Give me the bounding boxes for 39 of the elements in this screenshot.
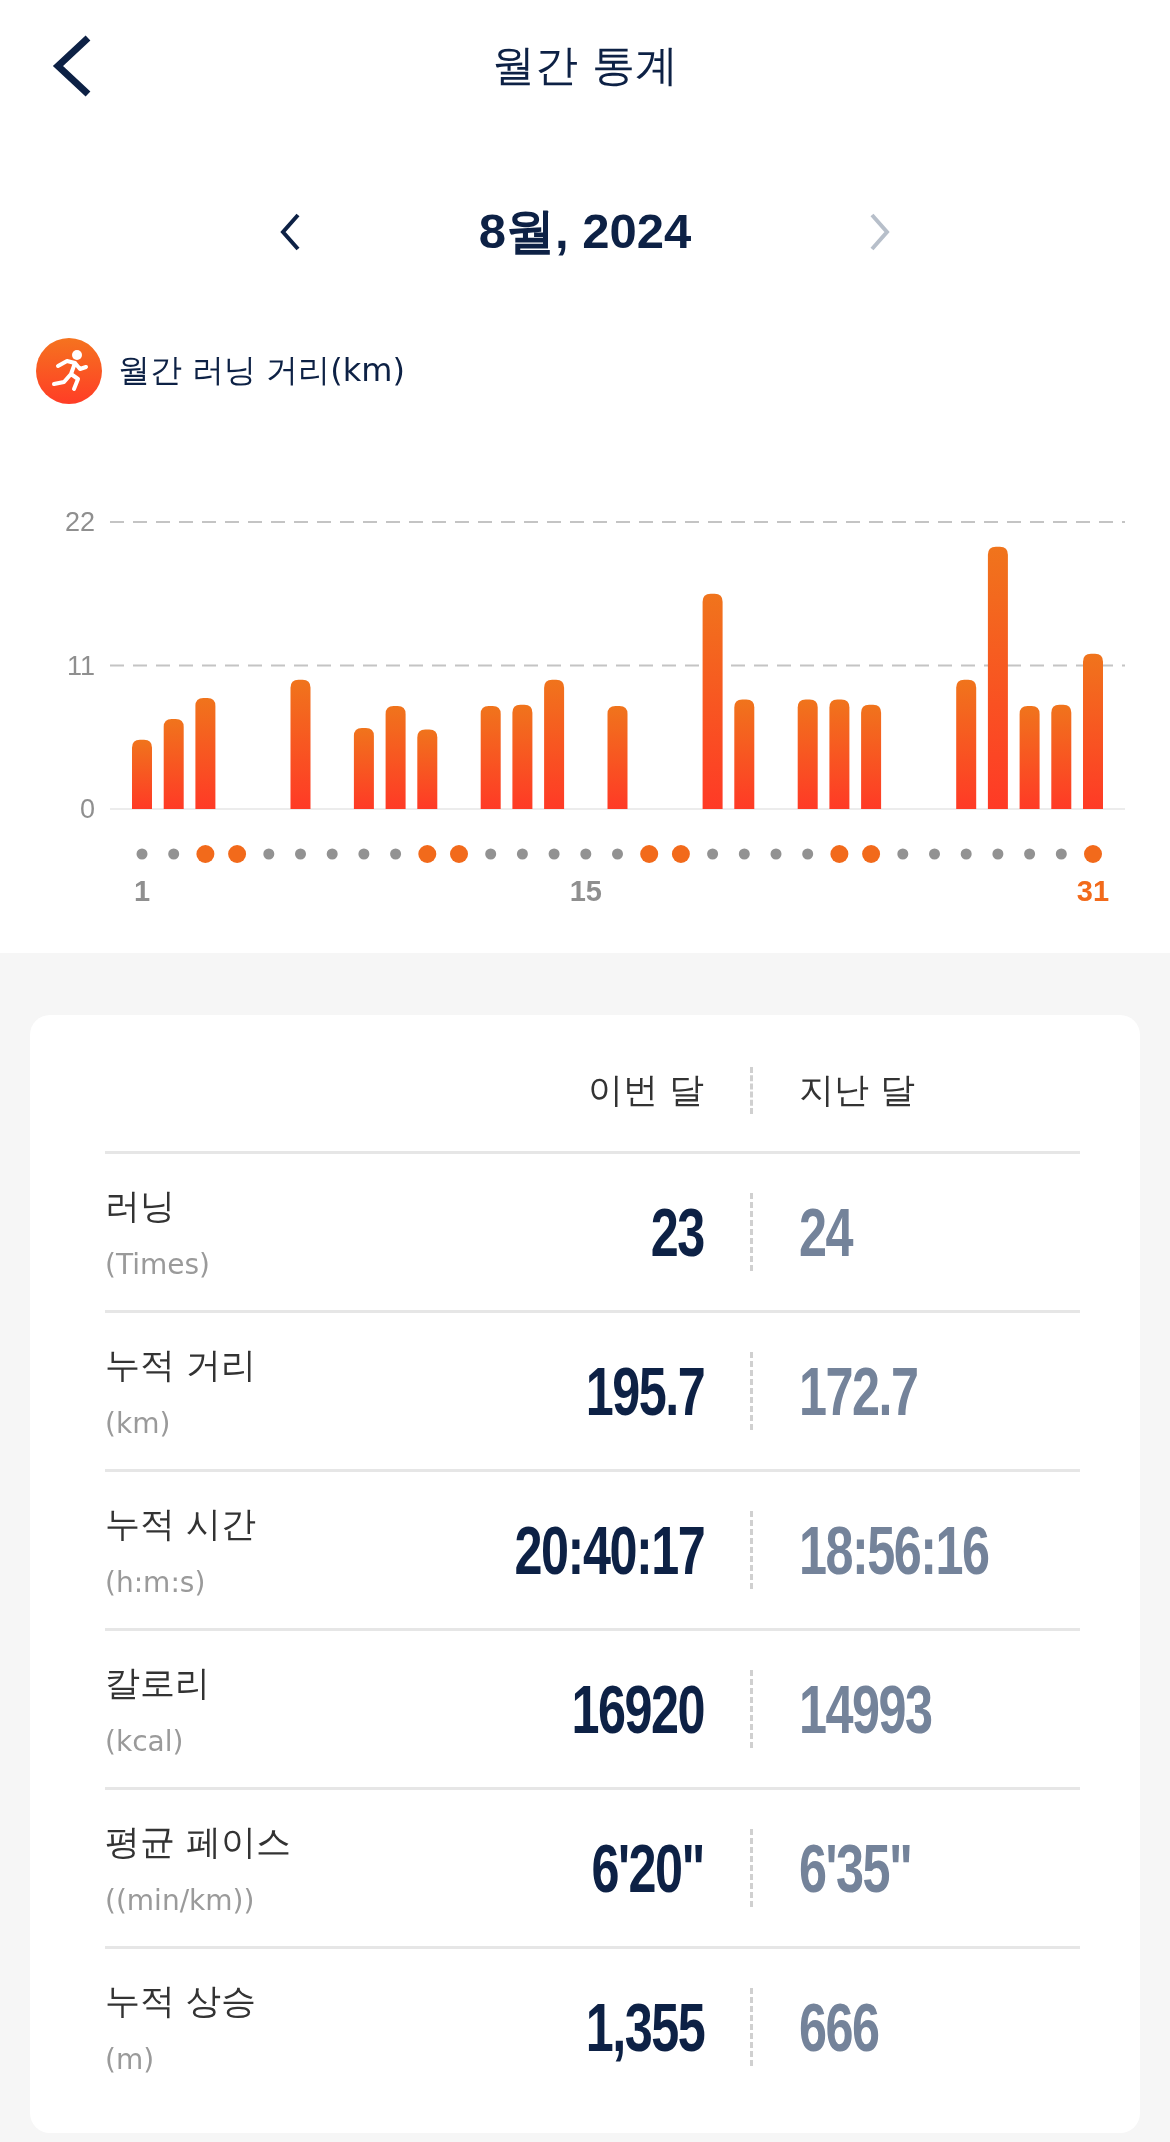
stat-unit: (h:m:s): [105, 1566, 207, 1599]
stat-unit: ((min/km)): [105, 1884, 256, 1917]
this-month-value: 195.7: [585, 1352, 704, 1430]
last-month-value: 6'35": [799, 1829, 912, 1907]
stat-unit: (Times): [105, 1248, 211, 1281]
bar: [132, 739, 152, 809]
axis-label: 15: [569, 875, 602, 907]
stat-label: 누적 상승: [105, 1980, 258, 2023]
stat-label: 러닝: [105, 1185, 176, 1228]
last-month-value: 18:56:16: [799, 1511, 989, 1589]
column-header: 지난 달: [750, 1066, 1080, 1114]
page-title: 월간 통계: [492, 39, 678, 92]
stat-label: 칼로리: [105, 1662, 211, 1705]
axis-label: 1: [133, 875, 151, 907]
stat-label: 누적 시간: [105, 1503, 258, 1546]
column-header: 이번 달: [586, 1068, 705, 1112]
axis-label: 31: [1076, 875, 1110, 907]
stat-label: 누적 거리: [105, 1344, 258, 1387]
last-month-value: 24: [799, 1193, 852, 1271]
this-month-value: 16920: [571, 1670, 704, 1748]
chevron-left-icon: [279, 212, 301, 251]
this-month-value: 6'20": [591, 1829, 704, 1907]
axis-label: 0: [79, 794, 95, 824]
this-month-value: 1,355: [585, 1988, 704, 2066]
runner-icon: [36, 338, 102, 404]
axis-label: 22: [64, 507, 95, 537]
stat-label: 평균 페이스: [105, 1821, 293, 1864]
stat-unit: (m): [105, 2043, 156, 2076]
stat-unit: (km): [105, 1407, 172, 1440]
chevron-right-icon: [869, 212, 891, 251]
axis-label: 11: [66, 650, 95, 681]
stat-unit: (kcal): [105, 1725, 185, 1758]
last-month-value: 666: [799, 1988, 879, 2066]
chart-title: 월간 러닝 거리(km): [118, 350, 405, 391]
month-label: 8월, 2024: [477, 202, 693, 260]
last-month-value: 172.7: [799, 1352, 918, 1430]
last-month-value: 14993: [799, 1670, 932, 1748]
this-month-value: 20:40:17: [514, 1511, 704, 1589]
this-month-value: 23: [651, 1193, 704, 1271]
